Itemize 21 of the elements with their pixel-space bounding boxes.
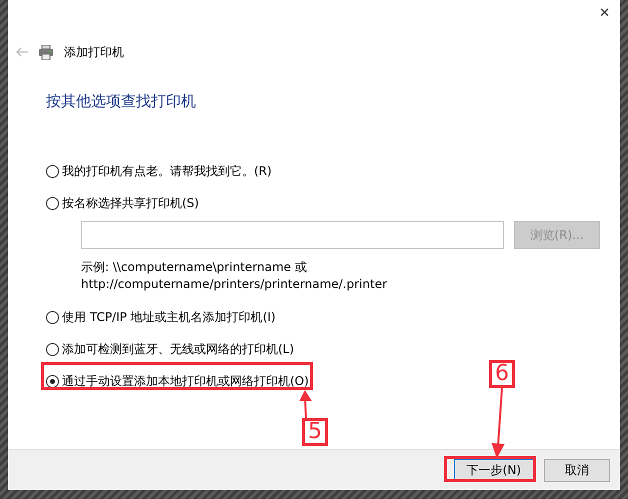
radio-option[interactable]: 通过手动设置添加本地打印机或网络打印机(O) — [46, 371, 309, 391]
printer-name-field[interactable] — [81, 221, 504, 249]
page-heading: 按其他选项查找打印机 — [45, 91, 197, 111]
radio-button[interactable] — [46, 310, 59, 324]
step-number: 6 — [489, 360, 515, 388]
printer-icon — [38, 44, 54, 60]
example-text: 示例: \\computername\printername 或 http://computername/printers/printername/.printer — [81, 259, 388, 293]
annotation-arrow — [301, 392, 311, 418]
annotation-arrow — [492, 388, 504, 456]
radio-option[interactable]: 我的打印机有点老。请帮我找到它。(R) — [46, 161, 272, 181]
radio-option[interactable]: 使用 TCP/IP 地址或主机名添加打印机(I) — [46, 307, 276, 327]
window-title: 添加打印机 — [64, 44, 124, 60]
radio-button[interactable] — [46, 374, 59, 388]
radio-button[interactable] — [46, 342, 59, 356]
radio-button[interactable] — [46, 164, 59, 178]
radio-button[interactable] — [46, 196, 59, 210]
radio-option[interactable]: 添加可检测到蓝牙、无线或网络的打印机(L) — [46, 339, 294, 359]
radio-option[interactable]: 按名称选择共享打印机(S) — [46, 193, 199, 213]
cancel-button[interactable]: 取消 — [544, 458, 610, 482]
close-icon[interactable]: ✕ — [599, 6, 610, 24]
step-number: 5 — [302, 418, 328, 446]
